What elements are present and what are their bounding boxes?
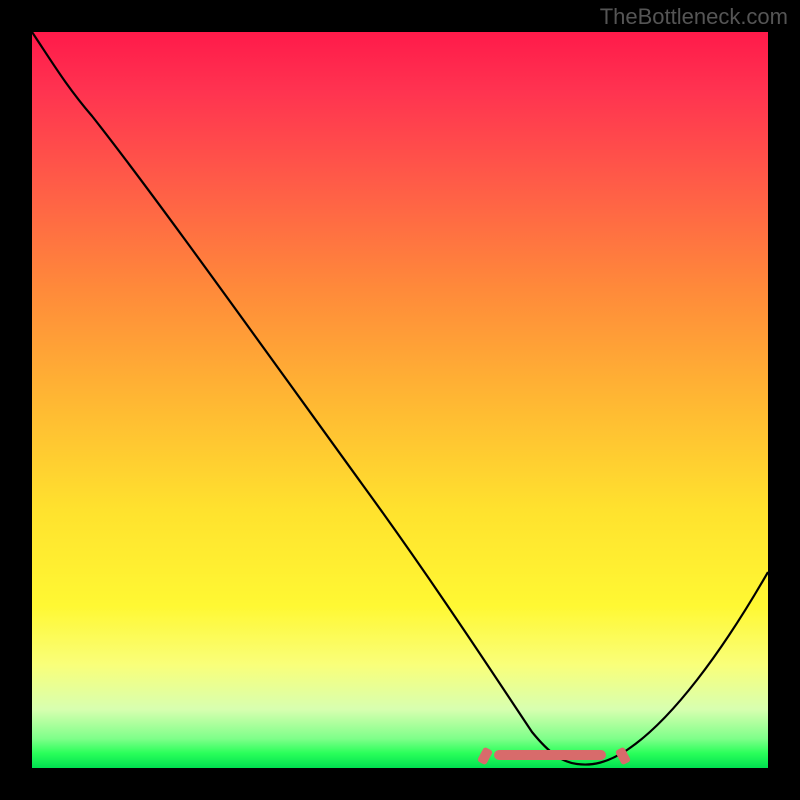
watermark-text: TheBottleneck.com bbox=[600, 4, 788, 30]
highlight-bar bbox=[494, 750, 606, 760]
chart-plot-area bbox=[32, 32, 768, 768]
chart-highlight-region bbox=[484, 748, 624, 762]
chart-curve-svg bbox=[32, 32, 768, 768]
chart-curve-path bbox=[32, 32, 768, 765]
